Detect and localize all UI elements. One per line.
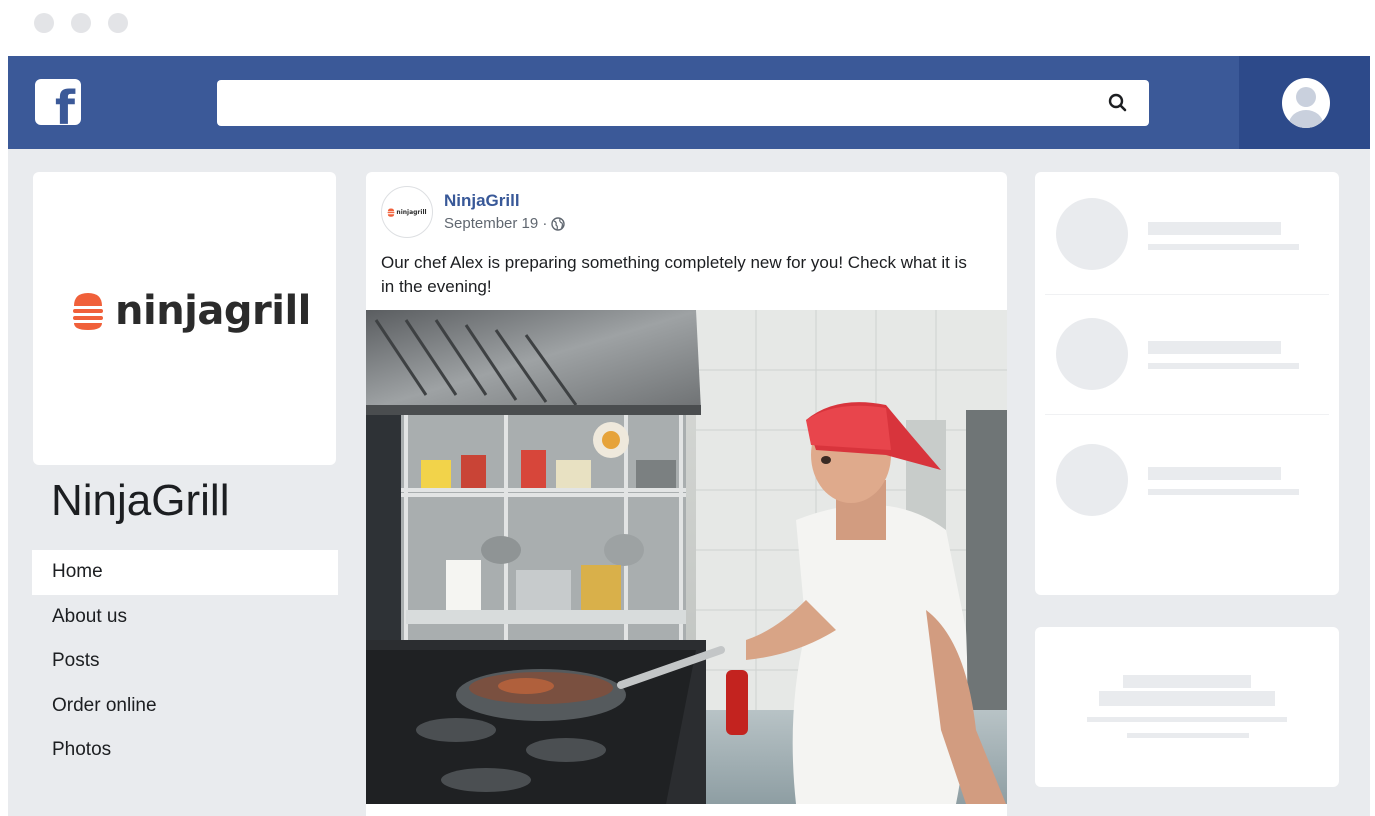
facebook-logo-icon[interactable]: f: [35, 79, 81, 125]
search-icon[interactable]: [1106, 91, 1130, 115]
skeleton-line: [1148, 222, 1281, 235]
burger-logo-icon: [73, 293, 103, 330]
post-photo-chef-cooking[interactable]: [366, 310, 1007, 804]
post-meta: September 19 ·: [444, 215, 566, 232]
nav-item-photos[interactable]: Photos: [32, 728, 338, 773]
window-maximize-dot[interactable]: [108, 13, 128, 33]
page-nav: Home About us Posts Order online Photos: [32, 550, 338, 773]
skeleton-avatar: [1056, 198, 1128, 270]
post-card: ninjagrill NinjaGrill September 19 · Our…: [366, 172, 1007, 816]
skeleton-line: [1127, 733, 1249, 738]
profile-area[interactable]: [1239, 56, 1370, 149]
nav-item-home[interactable]: Home: [32, 550, 338, 595]
nav-item-order-online[interactable]: Order online: [32, 684, 338, 729]
avatar-logo-text: ninjagrill: [396, 208, 427, 216]
globe-icon[interactable]: [551, 216, 566, 231]
skeleton-line: [1148, 244, 1299, 250]
skeleton-line: [1148, 489, 1299, 495]
skeleton-row: [1035, 292, 1339, 412]
skeleton-line: [1148, 341, 1281, 354]
window-chrome: [0, 0, 1375, 56]
skeleton-line: [1087, 717, 1287, 722]
window-close-dot[interactable]: [34, 13, 54, 33]
window-minimize-dot[interactable]: [71, 13, 91, 33]
skeleton-line: [1148, 363, 1299, 369]
divider: [1045, 414, 1329, 415]
skeleton-line: [1148, 467, 1281, 480]
post-author-name[interactable]: NinjaGrill: [444, 191, 520, 211]
search-input[interactable]: [217, 80, 1149, 126]
brand-name: ninjagrill: [115, 288, 311, 334]
skeleton-row: [1035, 418, 1339, 538]
nav-item-about-us[interactable]: About us: [32, 595, 338, 640]
skeleton-avatar: [1056, 318, 1128, 390]
skeleton-avatar: [1056, 444, 1128, 516]
user-avatar-icon[interactable]: [1282, 78, 1330, 128]
skeleton-line: [1099, 691, 1275, 706]
post-text: Our chef Alex is preparing something com…: [381, 253, 967, 296]
page-title: NinjaGrill: [51, 476, 230, 525]
burger-logo-icon: [388, 207, 395, 217]
ninjagrill-logo: ninjagrill: [71, 288, 311, 334]
sidebar-skeleton-card-2: [1035, 627, 1339, 787]
post-date[interactable]: September 19 ·: [444, 215, 547, 232]
skeleton-row: [1035, 172, 1339, 292]
browser-viewport: f ninjagrill NinjaGrill Home About us Po…: [8, 56, 1370, 816]
facebook-top-bar: f: [8, 56, 1370, 149]
post-author-avatar[interactable]: ninjagrill: [381, 186, 433, 238]
nav-item-posts[interactable]: Posts: [32, 639, 338, 684]
skeleton-line: [1123, 675, 1251, 688]
sidebar-skeleton-card: [1035, 172, 1339, 595]
page-logo-card: ninjagrill: [33, 172, 336, 465]
